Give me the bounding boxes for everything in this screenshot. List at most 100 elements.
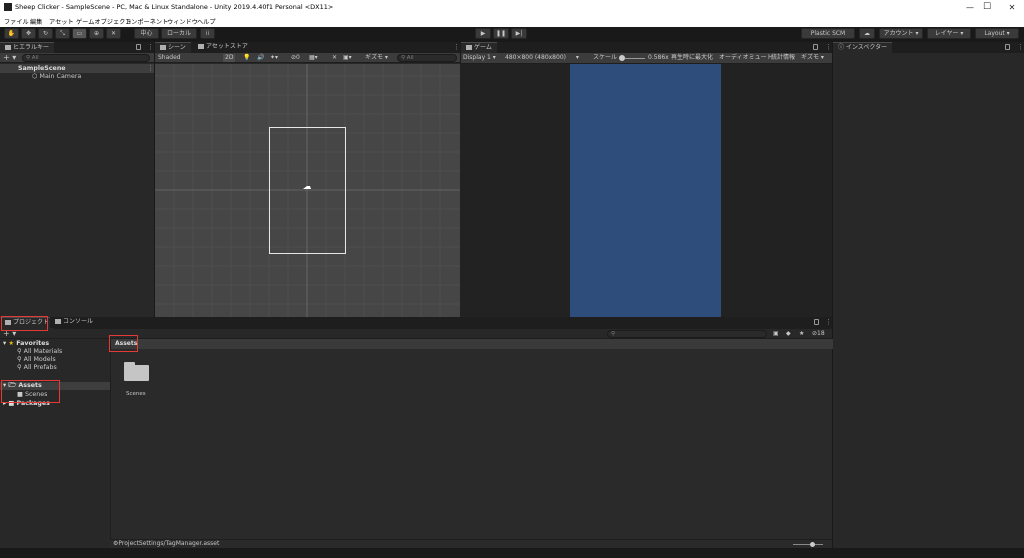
mode-2d-toggle[interactable]: 2D: [223, 54, 236, 62]
menu-gameobject[interactable]: ゲームオブジェクト: [76, 17, 132, 26]
hierarchy-item-label: Main Camera: [39, 73, 82, 80]
tab-game[interactable]: ゲーム: [461, 42, 497, 53]
account-dropdown[interactable]: アカウント ▾: [879, 28, 923, 39]
project-footer: ⚙ProjectSettings/TagManager.asset: [110, 539, 832, 548]
close-button[interactable]: ✕: [995, 0, 1024, 15]
scene-row[interactable]: SampleScene ⋮: [0, 64, 154, 73]
hierarchy-icon: [5, 45, 11, 50]
favorites-item[interactable]: ⚲ All Materials: [17, 348, 62, 356]
project-create-plus-icon[interactable]: + ▾: [3, 330, 16, 338]
gizmos-dropdown[interactable]: ギズモ ▾: [365, 54, 388, 62]
pause-button[interactable]: ❚❚: [493, 28, 509, 39]
hierarchy-item[interactable]: ⬡ Main Camera: [32, 73, 81, 81]
gamepad-icon: [466, 45, 472, 50]
lighting-icon[interactable]: 💡: [243, 54, 250, 62]
project-search-input[interactable]: ⚲: [607, 330, 767, 338]
inspector-lock-icon[interactable]: [1005, 44, 1010, 50]
breadcrumb-bar: Assets: [111, 339, 833, 349]
custom-tool-icon[interactable]: ✕: [106, 28, 121, 39]
rotate-tool-icon[interactable]: ↻: [38, 28, 53, 39]
filter-label-icon[interactable]: ◆: [786, 330, 791, 338]
kebab-menu-icon[interactable]: ⋮: [147, 43, 154, 52]
favorites-node[interactable]: ▾ ★ Favorites: [3, 340, 49, 348]
shading-dropdown[interactable]: Shaded: [158, 54, 181, 62]
gameobject-icon: ⬡: [32, 73, 38, 80]
icon-size-slider[interactable]: [793, 544, 823, 545]
lock-icon[interactable]: [136, 44, 141, 50]
audio-icon[interactable]: 🔊: [257, 54, 264, 62]
game-view-canvas[interactable]: [570, 64, 721, 317]
tools-icon[interactable]: ✕: [332, 54, 337, 62]
play-button[interactable]: ▶: [475, 28, 491, 39]
grid-item-label: Scenes: [126, 391, 146, 397]
inspector-kebab-icon[interactable]: ⋮: [1017, 43, 1024, 52]
project-lock-icon[interactable]: [814, 319, 819, 325]
scene-search-input[interactable]: ⚲ All: [397, 54, 457, 62]
selected-asset-path: ⚙ProjectSettings/TagManager.asset: [113, 540, 219, 548]
hierarchy-toolbar: + ▾ ⚲ All: [0, 53, 154, 63]
scale-label: スケール: [593, 54, 618, 61]
resolution-dropdown[interactable]: 480×800 (480x800) ▾: [505, 54, 579, 62]
move-tool-icon[interactable]: ✥: [21, 28, 36, 39]
grid-toggle-icon[interactable]: ▦▾: [309, 54, 318, 62]
scene-menu-icon[interactable]: ⋮: [147, 64, 154, 73]
tab-scene-label: シーン: [168, 44, 186, 51]
menu-file[interactable]: ファイル: [4, 17, 29, 26]
menu-assets[interactable]: アセット: [49, 17, 74, 26]
menu-window[interactable]: ウィンドウ: [167, 17, 198, 26]
hand-tool-icon[interactable]: ✋: [4, 28, 19, 39]
filter-type-icon[interactable]: ▣: [773, 330, 779, 338]
grid-snap-icon[interactable]: ⁞⁞: [200, 28, 215, 39]
hidden-objects-toggle[interactable]: ⊘0: [291, 54, 300, 62]
tab-hierarchy[interactable]: ヒエラルキー: [0, 42, 55, 53]
favorites-item[interactable]: ⚲ All Models: [17, 356, 56, 364]
scale-slider-handle[interactable]: [619, 55, 625, 61]
step-button[interactable]: ▶|: [511, 28, 527, 39]
menu-help[interactable]: ヘルプ: [197, 17, 216, 26]
highlight-breadcrumb: [109, 335, 138, 352]
scale-tool-icon[interactable]: ⤡: [55, 28, 70, 39]
favorites-item-label: All Models: [23, 356, 56, 363]
icon-size-slider-handle[interactable]: [810, 542, 815, 547]
scene-viewport[interactable]: [155, 64, 460, 317]
stats-toggle[interactable]: 統計情報: [771, 54, 795, 62]
tab-asset-store-label: アセットストア: [206, 43, 248, 50]
game-kebab-icon[interactable]: ⋮: [825, 43, 832, 52]
plastic-scm-button[interactable]: Plastic SCM: [801, 28, 855, 39]
menu-edit[interactable]: 編集: [30, 17, 42, 26]
game-gizmos-dropdown[interactable]: ギズモ ▾: [801, 54, 824, 62]
highlight-project-tab: [1, 316, 48, 331]
scene-grid-icon: [160, 45, 166, 50]
tab-inspector[interactable]: ⓘ インスペクター: [833, 42, 893, 53]
rect-tool-icon[interactable]: ▭: [72, 28, 87, 39]
layout-dropdown[interactable]: Layout ▾: [975, 28, 1019, 39]
menu-component[interactable]: コンポーネント: [125, 17, 168, 26]
tab-scene[interactable]: シーン: [155, 42, 191, 53]
tab-console[interactable]: コンソール: [50, 317, 99, 328]
project-kebab-icon[interactable]: ⋮: [825, 318, 832, 327]
pivot-center-button[interactable]: 中心: [134, 28, 159, 39]
favorites-item[interactable]: ⚲ All Prefabs: [17, 364, 57, 372]
game-lock-icon[interactable]: [813, 44, 818, 50]
hidden-packages-toggle[interactable]: ⊘18: [812, 330, 825, 338]
tab-asset-store[interactable]: アセットストア: [193, 42, 253, 53]
cloud-icon[interactable]: ☁: [859, 28, 875, 39]
shading-label: Shaded: [158, 54, 181, 61]
favorites-label: Favorites: [16, 340, 50, 347]
create-plus-icon[interactable]: + ▾: [3, 54, 16, 62]
hierarchy-search-input[interactable]: ⚲ All: [22, 54, 150, 62]
favorite-star-icon[interactable]: ★: [799, 330, 804, 338]
transform-tool-icon[interactable]: ⊕: [89, 28, 104, 39]
game-toolbar: Display 1 ▾ 480×800 (480x800) ▾ スケール 0.5…: [461, 53, 832, 64]
layout-label: Layout: [984, 30, 1005, 37]
layers-dropdown[interactable]: レイヤー ▾: [927, 28, 971, 39]
effects-icon[interactable]: ✦▾: [270, 54, 278, 62]
expand-arrow-icon: ▾: [3, 340, 7, 347]
camera-icon[interactable]: ▣▾: [343, 54, 352, 62]
mute-audio-toggle[interactable]: オーディオミュート: [719, 54, 773, 62]
scene-kebab-icon[interactable]: ⋮: [453, 43, 460, 52]
display-dropdown[interactable]: Display 1 ▾: [463, 54, 496, 62]
maximize-on-play-toggle[interactable]: 再生時に最大化: [671, 54, 713, 62]
scenes-folder-item[interactable]: [124, 362, 149, 381]
pivot-local-button[interactable]: ローカル: [161, 28, 197, 39]
